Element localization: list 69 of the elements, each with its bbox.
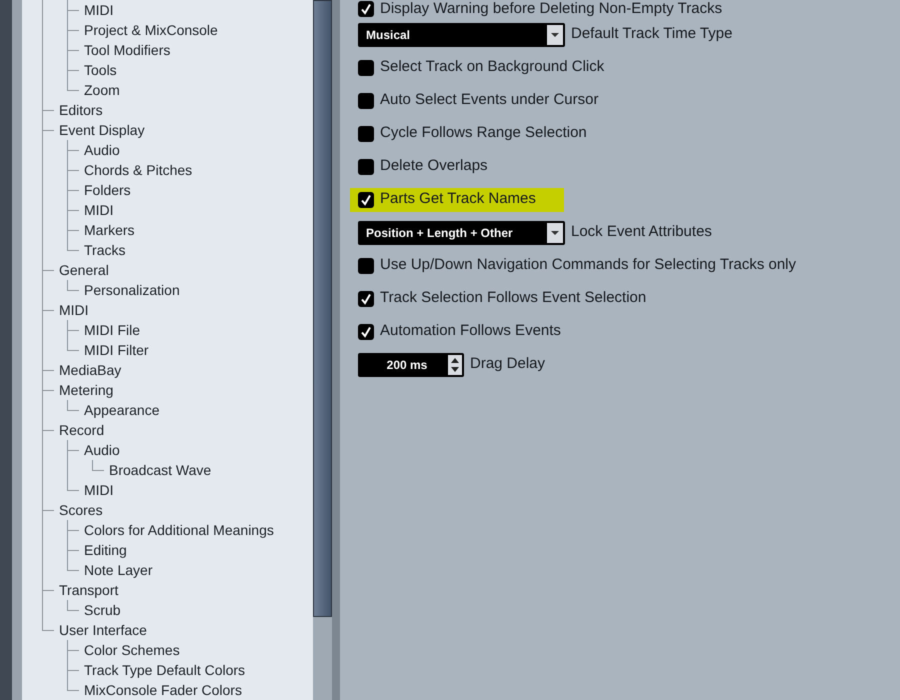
setting-label: Automation Follows Events bbox=[380, 321, 561, 342]
tree-item[interactable]: Scrub bbox=[84, 600, 121, 620]
setting-label: Delete Overlaps bbox=[380, 156, 488, 176]
setting-label: Drag Delay bbox=[470, 354, 546, 374]
up-down-arrows-icon[interactable] bbox=[448, 354, 462, 374]
setting-label: Track Selection Follows Event Selection bbox=[380, 288, 646, 308]
tree-item[interactable]: Color Schemes bbox=[84, 640, 180, 660]
tree-item[interactable]: Tool Modifiers bbox=[84, 40, 170, 60]
tree-item[interactable]: Track Type Default Colors bbox=[84, 660, 246, 680]
caret-icon bbox=[547, 222, 563, 242]
tree-item[interactable]: Metering bbox=[59, 380, 114, 400]
setting-label: Display Warning before Deleting Non-Empty Tracks bbox=[380, 0, 722, 19]
tree-item[interactable]: Markers bbox=[84, 220, 135, 240]
tree-item[interactable]: General bbox=[59, 260, 109, 280]
setting-label: Parts Get Track Names bbox=[380, 189, 536, 210]
tree-item[interactable]: Record bbox=[59, 420, 104, 440]
checkbox[interactable] bbox=[358, 324, 374, 340]
dropdown-value: Position + Length + Other bbox=[366, 224, 513, 242]
setting-label: Select Track on Background Click bbox=[380, 57, 604, 78]
tree-item[interactable]: Note Layer bbox=[84, 560, 152, 580]
checkbox[interactable] bbox=[358, 290, 374, 306]
setting-label: Auto Select Events under Cursor bbox=[380, 90, 598, 110]
tree-item[interactable]: Folders bbox=[84, 180, 131, 200]
tree-item[interactable]: MIDI bbox=[59, 300, 89, 320]
tree-item[interactable]: Transport bbox=[59, 580, 118, 600]
tree-item[interactable]: Editors bbox=[59, 100, 103, 120]
tree-item[interactable]: MediaBay bbox=[59, 360, 122, 380]
checkmark-icon bbox=[360, 326, 372, 338]
setting-label: Default Track Time Type bbox=[571, 24, 732, 44]
checkbox[interactable] bbox=[358, 126, 374, 142]
tree-item[interactable]: MIDI Filter bbox=[84, 340, 149, 360]
tree-item[interactable]: Tools bbox=[84, 60, 117, 80]
dropdown[interactable]: Musical bbox=[358, 22, 565, 46]
tree-item[interactable]: User Interface bbox=[59, 620, 147, 640]
checkbox[interactable] bbox=[358, 60, 374, 76]
tree-item[interactable]: Tracks bbox=[84, 240, 126, 260]
checkbox[interactable] bbox=[358, 1, 374, 17]
tree-item[interactable]: MIDI bbox=[84, 200, 114, 220]
dropdown-value: Musical bbox=[366, 26, 410, 44]
checkmark-icon bbox=[360, 194, 372, 206]
spin-value: 200 ms bbox=[386, 356, 428, 374]
tree-item[interactable]: Appearance bbox=[84, 400, 160, 420]
tree-item[interactable]: MixConsole Fader Colors bbox=[84, 680, 242, 700]
tree-item[interactable]: MIDI bbox=[84, 480, 114, 500]
spin-box[interactable]: 200 ms bbox=[358, 352, 464, 376]
tree-item[interactable]: Event Display bbox=[59, 120, 145, 140]
tree-item[interactable]: Colors for Additional Meanings bbox=[84, 520, 274, 540]
setting-label: Cycle Follows Range Selection bbox=[380, 123, 587, 144]
caret-icon bbox=[547, 24, 563, 44]
checkbox[interactable] bbox=[358, 158, 374, 174]
dropdown[interactable]: Position + Length + Other bbox=[358, 220, 565, 244]
tree-item[interactable]: Project & MixConsole bbox=[84, 20, 218, 40]
setting-label: Use Up/Down Navigation Commands for Selecting Tracks only bbox=[380, 255, 796, 276]
tree-item[interactable]: Audio bbox=[84, 140, 120, 160]
setting-label: Lock Event Attributes bbox=[571, 222, 712, 242]
checkbox[interactable] bbox=[358, 192, 374, 208]
tree-item[interactable]: Scores bbox=[59, 500, 103, 520]
checkmark-icon bbox=[360, 292, 372, 304]
tree-item[interactable]: Editing bbox=[84, 540, 127, 560]
checkbox[interactable] bbox=[358, 92, 374, 108]
tree-item[interactable]: Personalization bbox=[84, 280, 180, 300]
tree-item[interactable]: Audio bbox=[84, 440, 120, 460]
tree-item[interactable]: Zoom bbox=[84, 80, 120, 100]
tree-item[interactable]: Broadcast Wave bbox=[109, 460, 212, 480]
tree-item[interactable]: MIDI File bbox=[84, 320, 140, 340]
checkmark-icon bbox=[360, 3, 372, 15]
checkbox[interactable] bbox=[358, 258, 374, 274]
tree-item[interactable]: Chords & Pitches bbox=[84, 160, 192, 180]
tree-item[interactable]: MIDI bbox=[84, 0, 114, 20]
